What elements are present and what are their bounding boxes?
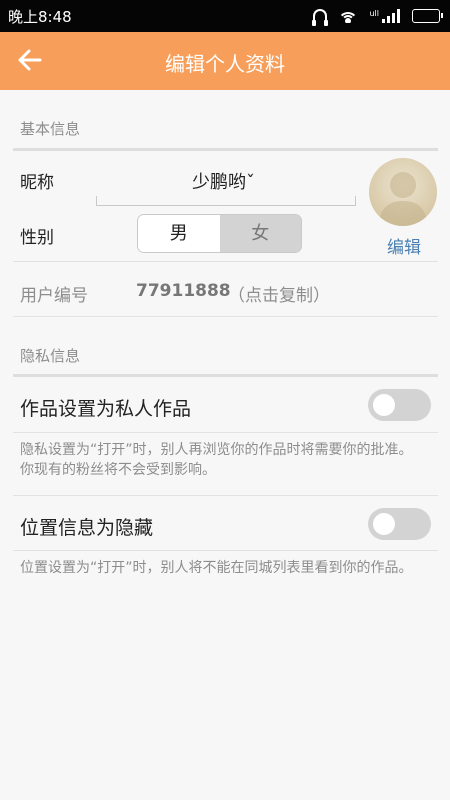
user-id-value[interactable]: 77911888 [136, 281, 231, 301]
status-icons: ull [312, 7, 443, 26]
headphones-icon [312, 9, 329, 26]
private-works-toggle[interactable] [368, 389, 431, 421]
toggle-knob [373, 513, 395, 535]
default-avatar-icon [379, 172, 427, 226]
private-works-label: 作品设置为私人作品 [20, 398, 192, 420]
avatar-edit-link[interactable]: 编辑 [387, 233, 421, 258]
user-id-label: 用户编号 [20, 286, 88, 306]
gender-option-male[interactable]: 男 [138, 215, 220, 252]
section-divider-privacy [13, 374, 438, 377]
signal-icon [382, 9, 400, 23]
signal-label: ull [369, 8, 379, 18]
avatar[interactable] [369, 158, 437, 226]
divider [13, 432, 438, 433]
gender-option-female[interactable]: 女 [219, 215, 301, 252]
section-title-basic: 基本信息 [20, 120, 81, 138]
battery-icon [412, 9, 443, 23]
divider [13, 316, 438, 317]
divider [13, 495, 438, 496]
section-title-privacy: 隐私信息 [20, 347, 81, 365]
hide-location-toggle[interactable] [368, 508, 431, 540]
wifi-icon [339, 9, 358, 23]
copy-hint[interactable]: （点击复制） [228, 281, 330, 306]
section-divider-basic [13, 148, 438, 151]
hide-location-label: 位置信息为隐藏 [20, 517, 154, 539]
status-time: 晚上8:48 [8, 8, 72, 26]
divider [13, 261, 438, 262]
private-works-description: 隐私设置为“打开”时，别人再浏览你的作品时将需要你的批准。你现有的粉丝将不会受到… [20, 442, 413, 478]
nickname-input[interactable]: 少鹏哟ˇ [192, 168, 255, 194]
gender-segmented-control: 男 女 [137, 214, 302, 253]
gender-label: 性别 [20, 228, 54, 248]
app-bar: 编辑个人资料 [0, 32, 450, 90]
nickname-underline [96, 196, 356, 206]
hide-location-description: 位置设置为“打开”时，别人将不能在同城列表里看到你的作品。 [20, 560, 413, 576]
toggle-knob [373, 394, 395, 416]
divider [13, 550, 438, 551]
nickname-label: 昵称 [20, 173, 54, 193]
page-title: 编辑个人资料 [165, 52, 285, 76]
status-bar: 晚上8:48 ull [0, 0, 450, 32]
